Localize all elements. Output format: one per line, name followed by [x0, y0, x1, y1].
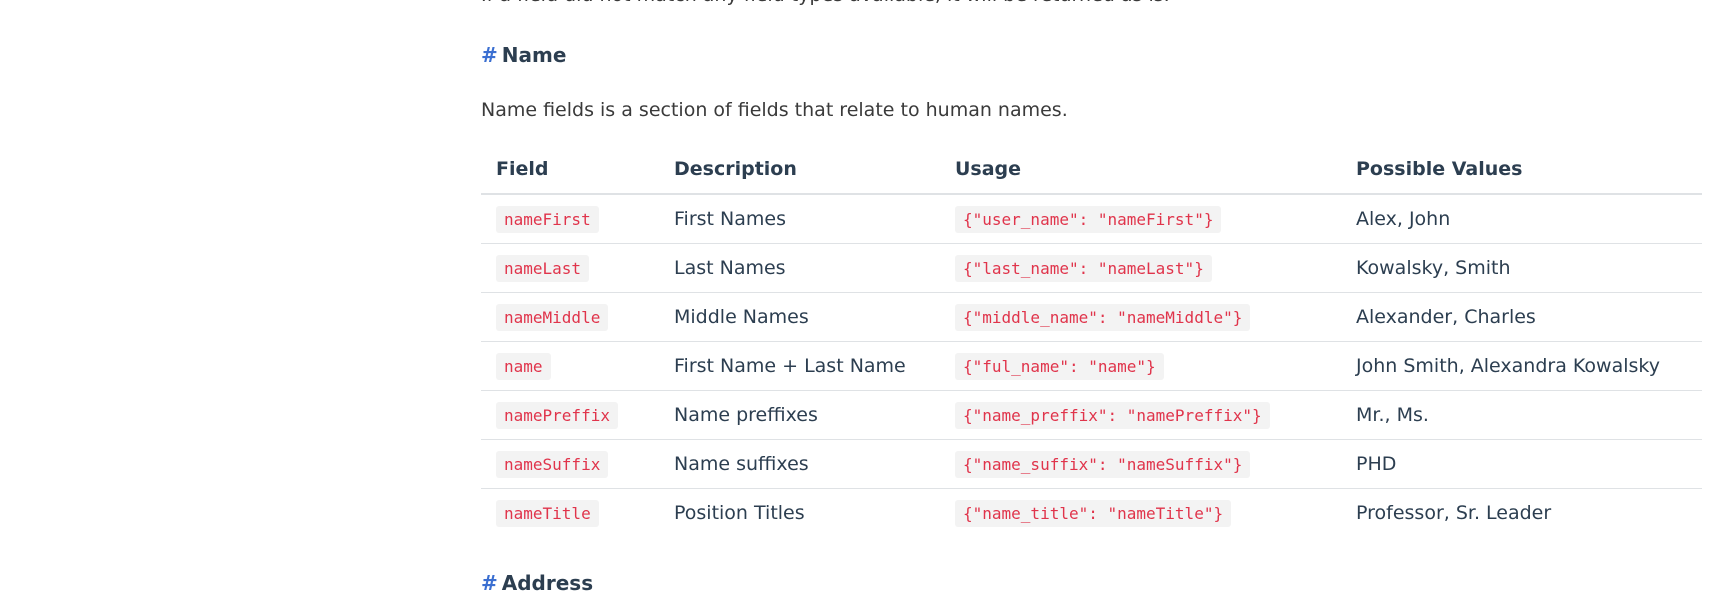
cell-description: Name preffixes	[659, 390, 940, 440]
cell-description: Name suffixes	[659, 439, 940, 489]
heading-title: Name	[501, 43, 567, 67]
cell-description: Last Names	[659, 243, 940, 293]
heading-anchor-link[interactable]: #	[481, 571, 498, 595]
cell-possible-values: PHD	[1341, 439, 1702, 489]
table-row: nameMiddle Middle Names {"middle_name": …	[481, 292, 1702, 342]
table-row: nameFirst First Names {"user_name": "nam…	[481, 194, 1702, 244]
cell-usage: {"middle_name": "nameMiddle"}	[940, 292, 1341, 342]
table-row: name First Name + Last Name {"ful_name":…	[481, 341, 1702, 391]
cell-field: nameTitle	[481, 489, 659, 538]
usage-code: {"ful_name": "name"}	[955, 353, 1164, 380]
cell-possible-values: Professor, Sr. Leader	[1356, 502, 1552, 524]
cell-possible-values: Alexander, Charles	[1341, 292, 1702, 342]
cell-field: nameSuffix	[481, 439, 659, 489]
cell-possible-values: Alex, John	[1341, 194, 1702, 244]
field-code: nameLast	[496, 255, 590, 282]
table-row: nameLast Last Names {"last_name": "nameL…	[481, 243, 1702, 293]
field-code: nameFirst	[496, 206, 599, 233]
cell-usage: {"ful_name": "name"}	[940, 341, 1341, 391]
cell-usage: {"name_preffix": "namePreffix"}	[940, 390, 1341, 440]
usage-code: {"name_preffix": "namePreffix"}	[955, 402, 1270, 429]
section-intro: Name fields is a section of fields that …	[481, 99, 1068, 121]
column-header-description: Description	[659, 145, 940, 195]
heading-anchor-link[interactable]: #	[481, 43, 498, 67]
heading-title: Address	[501, 571, 594, 595]
usage-code: {"name_title": "nameTitle"}	[955, 500, 1232, 527]
table-row: nameSuffix Name suffixes {"name_suffix":…	[481, 439, 1702, 489]
cell-field: nameLast	[481, 243, 659, 293]
name-fields-table: Field Description Usage Possible Values …	[481, 145, 1702, 537]
cell-description: Middle Names	[659, 292, 940, 342]
table-header-row: Field Description Usage Possible Values	[481, 145, 1702, 195]
cell-field: namePreffix	[481, 390, 659, 440]
cell-usage: {"name_suffix": "nameSuffix"}	[940, 439, 1341, 489]
cell-usage: {"last_name": "nameLast"}	[940, 243, 1341, 293]
section-heading-name: # Name	[481, 42, 566, 68]
column-header-field: Field	[481, 145, 659, 195]
cell-possible-values: Mr., Ms.	[1341, 390, 1702, 440]
cell-description: First Names	[659, 194, 940, 244]
usage-code: {"last_name": "nameLast"}	[955, 255, 1212, 282]
cell-description: Position Titles	[674, 502, 805, 524]
field-code: nameTitle	[496, 500, 599, 527]
cell-possible-values: John Smith, Alexandra Kowalsky	[1341, 341, 1702, 391]
paragraph-unmatched-fields: If a field did not match any field types…	[481, 0, 1170, 8]
section-heading-address: # Address	[481, 570, 593, 596]
cell-possible-values: Kowalsky, Smith	[1341, 243, 1702, 293]
field-code: name	[496, 353, 551, 380]
cell-usage: {"name_title": "nameTitle"}	[940, 489, 1341, 538]
table-row: namePreffix Name preffixes {"name_preffi…	[481, 390, 1702, 440]
table-row: nameTitle Position Titles {"name_title":…	[481, 489, 1702, 538]
field-code: namePreffix	[496, 402, 618, 429]
cell-field: nameFirst	[481, 194, 659, 244]
cell-description: First Name + Last Name	[659, 341, 940, 391]
field-code: nameSuffix	[496, 451, 609, 478]
cell-field: name	[481, 341, 659, 391]
column-header-possible-values: Possible Values	[1341, 145, 1702, 195]
usage-code: {"name_suffix": "nameSuffix"}	[955, 451, 1251, 478]
usage-code: {"middle_name": "nameMiddle"}	[955, 304, 1251, 331]
field-code: nameMiddle	[496, 304, 609, 331]
cell-usage: {"user_name": "nameFirst"}	[940, 194, 1341, 244]
usage-code: {"user_name": "nameFirst"}	[955, 206, 1222, 233]
column-header-usage: Usage	[940, 145, 1341, 195]
cell-field: nameMiddle	[481, 292, 659, 342]
